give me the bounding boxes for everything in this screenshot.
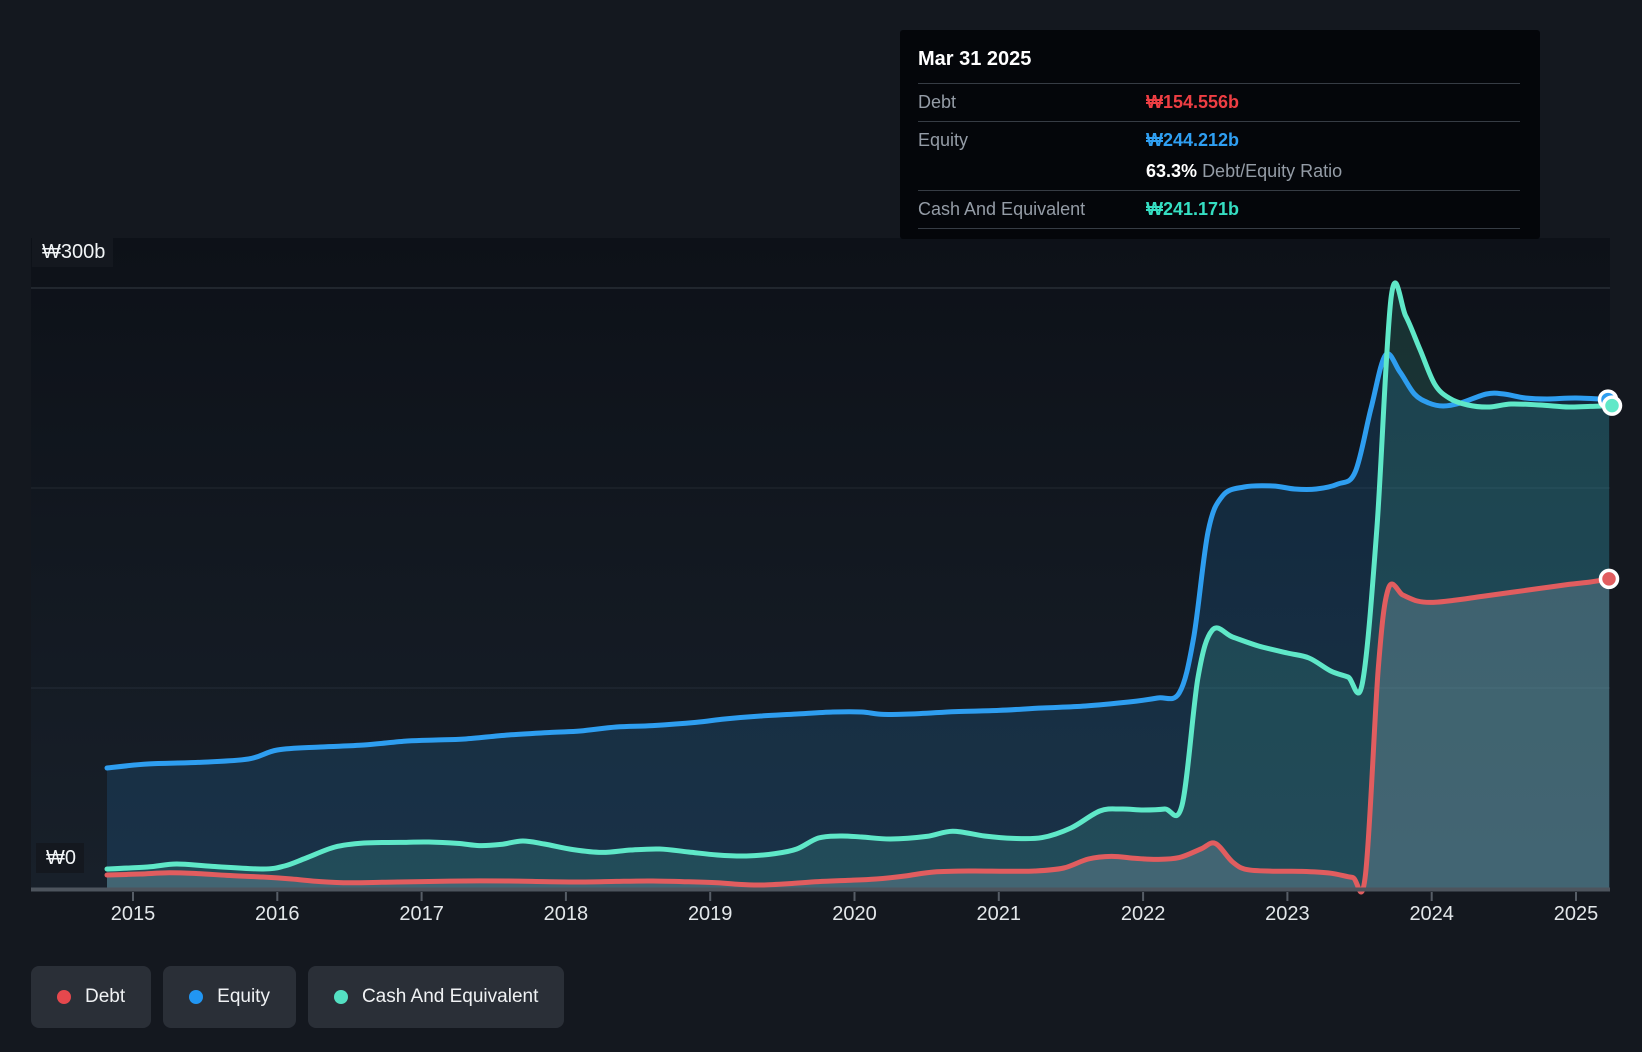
x-axis-tick-label: 2016 xyxy=(255,903,300,925)
tooltip-ratio-value: 63.3% xyxy=(1146,161,1198,181)
debt-dot-icon xyxy=(57,990,71,1004)
cash-dot-icon xyxy=(333,990,348,1004)
x-axis-tick-label: 2015 xyxy=(111,903,156,925)
tooltip-cash-value: ₩241.171b xyxy=(1146,199,1240,219)
x-axis-tick-label: 2024 xyxy=(1409,903,1454,925)
tooltip-equity-label: Equity xyxy=(918,130,969,150)
tooltip-ratio-row: 63.3% Debt/Equity Ratio xyxy=(918,153,1520,191)
equity-dot-icon xyxy=(189,990,204,1004)
x-axis-tick-label: 2022 xyxy=(1121,903,1166,925)
tooltip-cash-label: Cash And Equivalent xyxy=(918,199,1086,219)
x-axis-tick-label: 2017 xyxy=(399,903,444,925)
tooltip-equity-row: Equity ₩244.212b xyxy=(918,122,1520,153)
x-axis-tick-label: 2019 xyxy=(688,903,733,925)
debt-end-marker[interactable] xyxy=(1598,568,1620,590)
tooltip-cash-row: Cash And Equivalent ₩241.171b xyxy=(918,191,1520,229)
cash-end-marker[interactable] xyxy=(1601,395,1623,416)
x-axis-tick-label: 2021 xyxy=(977,903,1022,925)
x-axis-tick-label: 2018 xyxy=(544,903,589,925)
legend-debt-label: Debt xyxy=(85,986,126,1007)
x-axis-tick-label: 2023 xyxy=(1265,903,1310,925)
chart-tooltip: Mar 31 2025 Debt ₩154.556b Equity ₩244.2… xyxy=(900,30,1540,239)
chart-page: 2015 2016 2017 2018 2019 2020 2021 2022 2023 2024… xyxy=(0,0,1642,1052)
legend-button-debt[interactable]: Debt xyxy=(31,966,152,1028)
y-axis-label-0: ₩0 xyxy=(36,843,84,873)
legend-button-equity[interactable]: Equity xyxy=(163,966,296,1028)
tooltip-debt-row: Debt ₩154.556b xyxy=(918,84,1520,122)
tooltip-equity-value: ₩244.212b xyxy=(1146,130,1240,150)
tooltip-ratio-label: Debt/Equity Ratio xyxy=(1202,161,1343,181)
legend-cash-label: Cash And Equivalent xyxy=(361,986,539,1007)
legend: Debt Equity Cash And Equivalent xyxy=(31,966,565,1028)
x-axis-tick-label: 2025 xyxy=(1554,903,1599,925)
x-axis-tick-label: 2020 xyxy=(832,903,877,925)
y-axis-label-300b: ₩300b xyxy=(32,237,114,267)
tooltip-debt-label: Debt xyxy=(918,92,957,112)
tooltip-debt-value: ₩154.556b xyxy=(1146,92,1240,112)
legend-equity-label: Equity xyxy=(217,986,270,1007)
tooltip-date: Mar 31 2025 xyxy=(918,42,1520,84)
legend-button-cash[interactable]: Cash And Equivalent xyxy=(307,966,565,1028)
